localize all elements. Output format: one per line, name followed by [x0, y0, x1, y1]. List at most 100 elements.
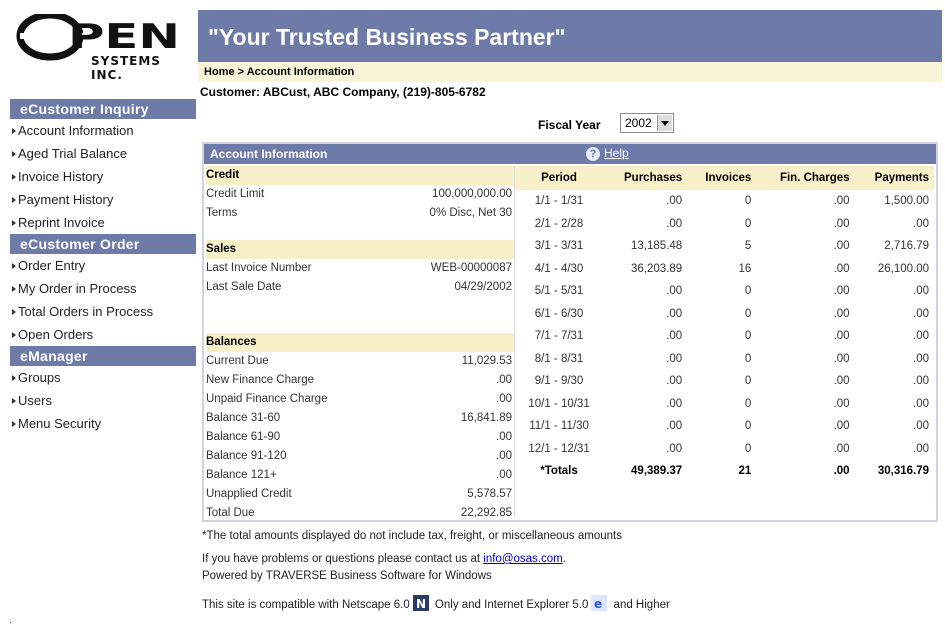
col-payments: Payments — [854, 166, 934, 190]
table-cell: .00 — [666, 330, 683, 343]
nav-invoice-history[interactable]: Invoice History — [10, 165, 196, 188]
nav-open-orders[interactable]: Open Orders — [10, 323, 196, 346]
table-cell: .00 — [666, 375, 683, 388]
totals-cell: 49,389.37 — [631, 465, 683, 478]
nav-aged-trial-balance[interactable]: Aged Trial Balance — [10, 142, 196, 165]
nav-label: Order Entry — [18, 258, 86, 273]
table-row: 3/1 - 3/31 13,185.48 5 .00 2,716.79 — [515, 235, 934, 258]
row-label: Unpaid Finance Charge — [206, 393, 328, 405]
table-cell: .00 — [913, 397, 929, 410]
row-label: Terms — [206, 207, 238, 219]
svg-text:e: e — [594, 597, 602, 611]
table-cell: 0 — [744, 352, 752, 365]
table-cell: .00 — [833, 217, 850, 230]
nav-label: Invoice History — [18, 169, 104, 184]
compat-text: This site is compatible with Netscape 6.… — [202, 599, 410, 611]
panel-title: Account Information — [210, 147, 328, 161]
table-cell: 0 — [744, 442, 752, 455]
breadcrumb[interactable]: Home > Account Information — [198, 62, 942, 82]
chevron-down-icon[interactable] — [657, 115, 672, 131]
table-cell: .00 — [666, 195, 683, 208]
row-label: New Finance Charge — [206, 374, 315, 386]
table-cell: .00 — [913, 285, 929, 298]
footer-compat: This site is compatible with Netscape 6.… — [202, 595, 670, 611]
nav-label: Reprint Invoice — [18, 215, 105, 230]
table-cell: 0 — [744, 285, 752, 298]
table-cell: 2,716.79 — [884, 240, 929, 253]
row-label: Balance 61-90 — [206, 431, 281, 443]
table-cell: .00 — [833, 285, 850, 298]
table-cell: .00 — [833, 397, 850, 410]
table-cell: .00 — [913, 442, 929, 455]
table-cell: 3/1 - 3/31 — [534, 240, 584, 253]
row-value: 04/29/2002 — [454, 281, 512, 293]
nav-payment-history[interactable]: Payment History — [10, 188, 196, 211]
nav-users[interactable]: Users — [10, 389, 196, 412]
account-summary: Credit Credit Limit 100,000,000.00 Terms 0… — [206, 166, 514, 523]
contact-text: If you have problems or questions please… — [202, 553, 484, 565]
table-cell: .00 — [913, 375, 929, 388]
nav-my-order-in-process[interactable]: My Order in Process — [10, 277, 196, 300]
summary-row: Balance 121+ .00 — [206, 466, 514, 485]
fiscal-year-select[interactable]: 2002 — [620, 113, 674, 133]
sidebar-nav: eCustomer Inquiry Account Information Ag… — [10, 99, 196, 435]
row-value: .00 — [496, 431, 512, 443]
table-cell: 6/1 - 6/30 — [534, 307, 584, 320]
row-label: Last Sale Date — [206, 281, 282, 293]
contact-suffix: . — [562, 553, 566, 565]
nav-account-information[interactable]: Account Information — [10, 119, 196, 142]
col-purchases: Purchases — [603, 166, 688, 190]
table-row: 4/1 - 4/30 36,203.89 16 .00 26,100.00 — [515, 258, 934, 281]
help-icon[interactable]: ? — [586, 147, 600, 161]
contact-email-link[interactable]: info@osas.com — [483, 553, 562, 565]
panel-header: Account Information ? Help — [204, 144, 936, 164]
table-row: 2/1 - 2/28 .00 0 .00 .00 — [515, 213, 934, 236]
arrow-icon — [12, 151, 16, 157]
col-period: Period — [515, 166, 604, 190]
banner-title: "Your Trusted Business Partner" — [208, 24, 566, 50]
summary-row: Last Invoice Number WEB-00000087 — [206, 259, 514, 278]
table-cell: 4/1 - 4/30 — [534, 262, 584, 275]
nav-label: Users — [18, 393, 52, 408]
heading-text: Credit — [206, 169, 240, 181]
arrow-icon — [12, 128, 16, 134]
compat-text: and Higher — [610, 599, 670, 611]
arrow-icon — [12, 398, 16, 404]
table-cell: 0 — [744, 217, 752, 230]
table-cell: .00 — [833, 352, 850, 365]
row-label: Current Due — [206, 355, 269, 367]
table-row: 1/1 - 1/31 .00 0 .00 1,500.00 — [515, 190, 934, 213]
row-label: Credit Limit — [206, 188, 265, 200]
nav-total-orders-in-process[interactable]: Total Orders in Process — [10, 300, 196, 323]
nav-reprint-invoice[interactable]: Reprint Invoice — [10, 211, 196, 234]
nav-menu-security[interactable]: Menu Security — [10, 412, 196, 435]
fiscal-year-value: 2002 — [625, 116, 652, 130]
footer-note: *The total amounts displayed do not incl… — [202, 530, 622, 542]
row-value: 22,292.85 — [460, 507, 512, 519]
header-banner: "Your Trusted Business Partner" — [198, 10, 942, 62]
summary-row: Balance 91-120 .00 — [206, 447, 514, 466]
totals-cell: 21 — [738, 465, 752, 478]
company-logo[interactable]: PEN SYSTEMS INC. — [16, 14, 182, 82]
arrow-icon — [12, 263, 16, 269]
footer-contact: If you have problems or questions please… — [202, 553, 566, 565]
nav-order-entry[interactable]: Order Entry — [10, 254, 196, 277]
help-link[interactable]: ? Help — [586, 146, 629, 161]
table-cell: .00 — [666, 307, 683, 320]
table-cell: 0 — [744, 375, 752, 388]
nav-label: Total Orders in Process — [18, 304, 154, 319]
table-cell: 8/1 - 8/31 — [534, 352, 584, 365]
nav-groups[interactable]: Groups — [10, 366, 196, 389]
arrow-icon — [12, 309, 16, 315]
credit-heading: Credit — [206, 166, 514, 185]
table-cell: 13,185.48 — [631, 240, 683, 253]
table-cell: .00 — [833, 262, 850, 275]
summary-row: New Finance Charge .00 — [206, 371, 514, 390]
row-value: WEB-00000087 — [430, 262, 512, 274]
row-label: Last Invoice Number — [206, 262, 312, 274]
table-cell: .00 — [666, 397, 683, 410]
row-value: 11,029.53 — [461, 355, 512, 367]
table-cell: 11/1 - 11/30 — [529, 420, 589, 433]
